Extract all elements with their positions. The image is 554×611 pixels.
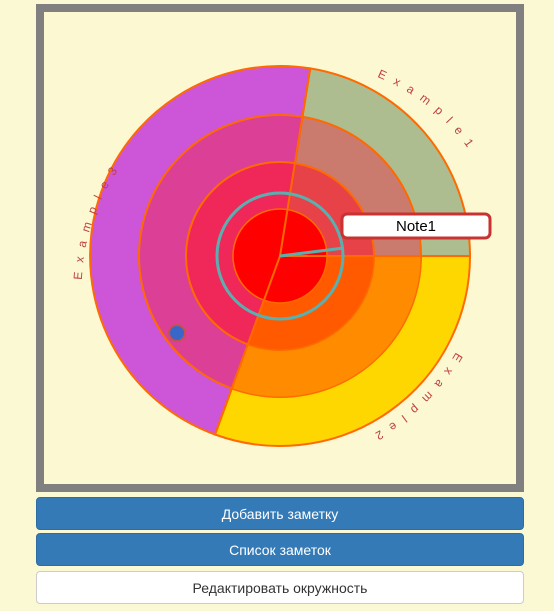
position-marker[interactable] (168, 324, 186, 342)
note-label: Note1 (396, 218, 436, 235)
circle-canvas[interactable]: Note1 Example1 Example2 Example3 (36, 4, 524, 492)
note-list-button[interactable]: Список заметок (36, 533, 524, 566)
edit-circle-button[interactable]: Редактировать окружность (36, 571, 524, 604)
note-bubble[interactable]: Note1 (340, 212, 492, 240)
circle-diagram: Note1 Example1 Example2 Example3 (71, 65, 492, 447)
add-note-button[interactable]: Добавить заметку (36, 497, 524, 530)
